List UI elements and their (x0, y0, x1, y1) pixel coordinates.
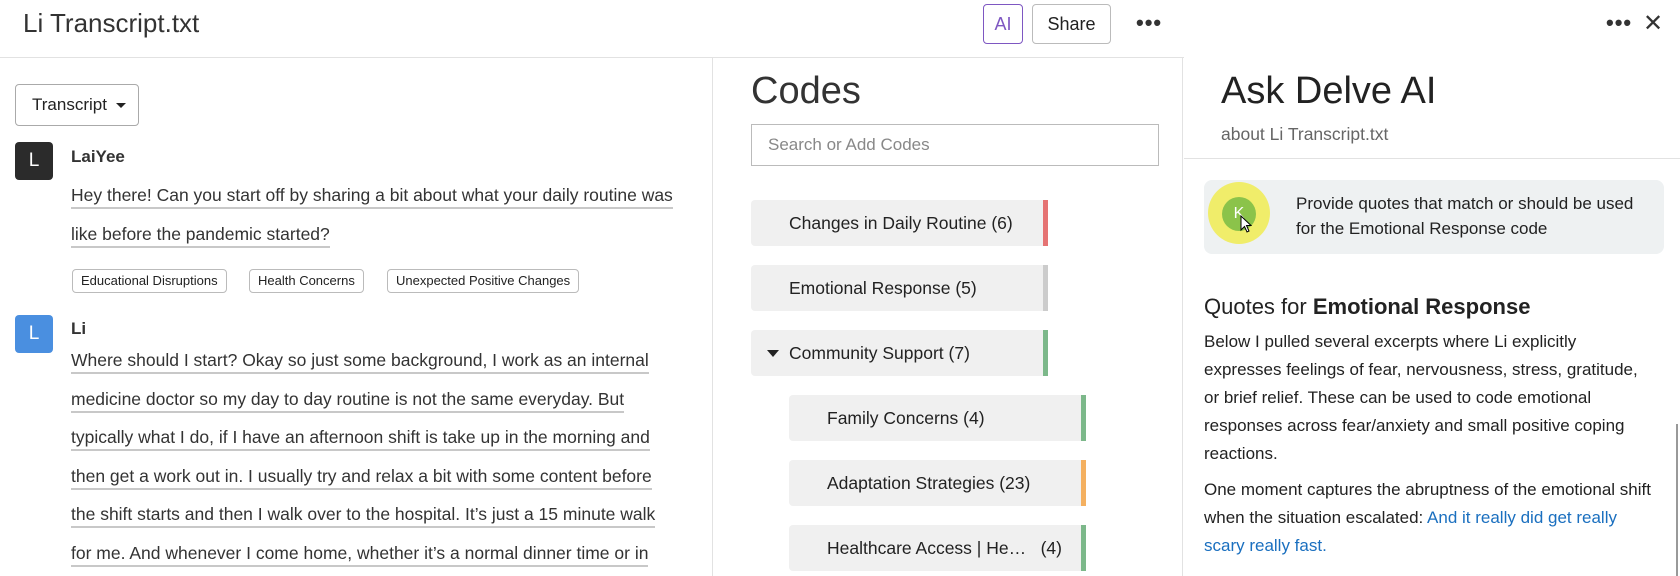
speaker-name: LaiYee (71, 147, 125, 166)
ai-panel-subtitle: about Li Transcript.txt (1221, 124, 1389, 144)
code-item-family-concerns[interactable]: Family Concerns (4) (789, 395, 1086, 441)
transcript-dropdown-label: Transcript (32, 95, 107, 114)
code-item-adaptation-strategies[interactable]: Adaptation Strategies (23) (789, 460, 1086, 506)
expand-triangle-icon[interactable] (767, 350, 779, 357)
utterance-line: then get a work out in. I usually try an… (71, 465, 652, 490)
code-item-healthcare-access[interactable]: Healthcare Access | He… (4) (789, 525, 1086, 571)
utterance-line: like before the pandemic started? (71, 223, 330, 248)
code-item-changes-in-daily-routine[interactable]: Changes in Daily Routine (6) (751, 200, 1048, 246)
code-label: Changes in Daily Routine (6) (789, 213, 1013, 233)
code-color-bar (1043, 200, 1048, 246)
utterance-line: the shift starts and then I walk over to… (71, 504, 656, 528)
ai-response-paragraph: One moment captures the abruptness of th… (1204, 476, 1654, 560)
document-title: Li Transcript.txt (23, 8, 200, 38)
mouse-pointer-icon (1240, 215, 1252, 233)
ai-response-paragraph: Below I pulled several excerpts where Li… (1204, 332, 1638, 463)
speaker-name: Li (71, 319, 87, 338)
utterance-line: Where should I start? Okay so just some … (71, 350, 649, 374)
code-tag-unexpected-positive-changes[interactable]: Unexpected Positive Changes (387, 269, 580, 293)
more-options-icon[interactable]: ••• (1136, 10, 1162, 36)
code-count: (4) (1040, 538, 1062, 558)
code-color-bar (1081, 525, 1086, 571)
quotes-heading: Quotes for Emotional Response (1204, 294, 1530, 320)
scrollbar[interactable] (1676, 424, 1678, 576)
code-color-bar (1043, 330, 1048, 376)
code-color-bar (1081, 460, 1086, 506)
code-color-bar (1043, 265, 1048, 311)
utterance-line: Hey there! Can you start off by sharing … (71, 185, 673, 209)
code-label: Emotional Response (5) (789, 278, 977, 298)
codes-pane: Codes Changes in Daily Routine (6) Emoti… (714, 58, 1183, 576)
share-button[interactable]: Share (1032, 4, 1111, 44)
code-item-emotional-response[interactable]: Emotional Response (5) (751, 265, 1048, 311)
codes-title: Codes (751, 70, 861, 112)
quotes-heading-code: Emotional Response (1312, 294, 1531, 319)
ai-panel: ••• ✕ Ask Delve AI about Li Transcript.t… (1184, 0, 1680, 576)
ai-panel-title: Ask Delve AI (1221, 70, 1437, 112)
utterance-line: typically what I do, if I have an aftern… (71, 427, 650, 451)
utterance-line: for me. And whenever I come home, whethe… (71, 542, 649, 567)
utterance-text[interactable]: Where should I start? Okay so just some … (71, 341, 691, 572)
more-options-icon[interactable]: ••• (1606, 10, 1632, 36)
ai-button[interactable]: AI (983, 4, 1023, 44)
code-item-community-support[interactable]: Community Support (7) (751, 330, 1048, 376)
code-label: Family Concerns (4) (827, 408, 985, 428)
codes-search-input[interactable] (751, 124, 1159, 166)
transcript-pane: Transcript L LaiYee Hey there! Can you s… (0, 58, 713, 576)
close-icon[interactable]: ✕ (1643, 9, 1663, 38)
code-label: Adaptation Strategies (23) (827, 473, 1031, 493)
utterance-line: medicine doctor so my day to day routine… (71, 388, 625, 413)
divider (1184, 158, 1680, 159)
code-label: Community Support (7) (789, 343, 970, 363)
caret-down-icon (115, 103, 126, 109)
code-label: Healthcare Access | He… (827, 538, 1027, 558)
document-header: Li Transcript.txt AI Share ••• (0, 0, 1184, 58)
user-prompt-message: K Provide quotes that match or should be… (1204, 180, 1664, 254)
code-color-bar (1081, 395, 1086, 441)
quotes-heading-prefix: Quotes for (1204, 294, 1313, 319)
code-tag-health-concerns[interactable]: Health Concerns (249, 269, 364, 293)
speaker-avatar: L (15, 142, 53, 180)
utterance-text[interactable]: Hey there! Can you start off by sharing … (71, 176, 691, 253)
speaker-avatar: L (15, 315, 53, 353)
prompt-text: Provide quotes that match or should be u… (1296, 194, 1634, 238)
code-tag-educational-disruptions[interactable]: Educational Disruptions (72, 269, 227, 293)
transcript-dropdown[interactable]: Transcript (15, 84, 139, 126)
